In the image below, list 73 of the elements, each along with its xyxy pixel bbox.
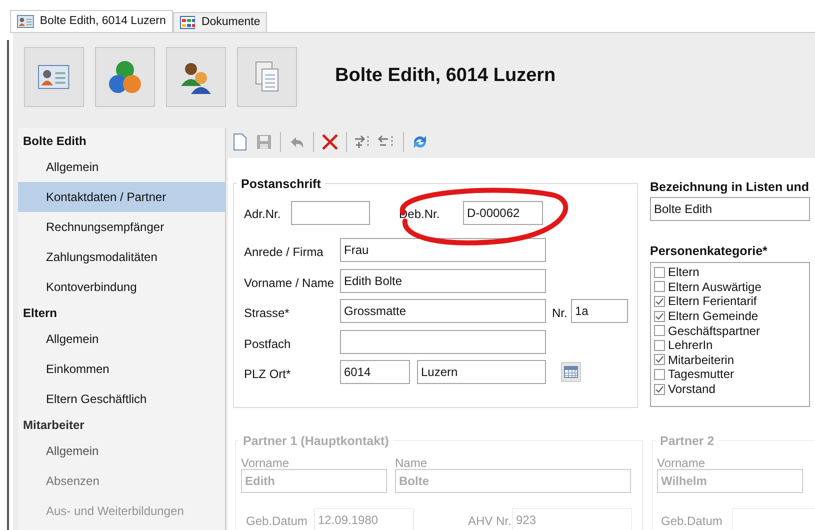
field-label: Vorname [241,455,290,471]
input-field[interactable]: 6014 [340,360,410,384]
checkbox[interactable] [654,266,665,278]
input-field[interactable]: 1a [571,299,628,323]
input-field[interactable]: Bolte Edith [650,197,810,221]
sidebar-item[interactable]: Einkommen [18,354,225,384]
input-field[interactable] [291,201,370,225]
sidebar-item[interactable]: Kontoverbindung [18,272,225,302]
field-label: Bezeichnung in Listen und [650,179,810,195]
field-label: Vorname / Name [244,275,334,291]
sidebar-item[interactable]: Rechnungsempfänger [18,212,225,242]
input-field[interactable]: Grossmatte [340,299,546,323]
field-label: Strasse* [244,305,290,321]
input-field[interactable] [340,330,546,354]
tab[interactable]: Dokumente [172,12,268,32]
delete-icon [321,133,339,151]
field-label: Nr. [552,305,568,321]
checkbox-label: Eltern Gemeinde [668,309,758,324]
sidebar-item[interactable]: Eltern Geschäftlich [18,384,225,414]
checkbox[interactable] [654,296,665,307]
field-label: Geb.Datum [246,513,308,529]
checkbox-label: LehrerIn [668,338,713,352]
checkbox[interactable] [654,384,665,395]
sidebar-item[interactable]: Absenzen [18,466,225,496]
checkbox[interactable] [654,310,665,322]
field-label: AHV Nr. [468,513,512,529]
calendar-button[interactable] [561,362,581,382]
sidebar-item[interactable]: Allgemein [18,324,225,354]
field-label: Name [395,455,428,471]
save-icon [256,134,272,150]
checkbox[interactable] [654,368,665,380]
toolbar-button[interactable] [237,46,297,106]
checkbox-label: Mitarbeiterin [668,352,734,367]
input-field[interactable]: Frau [340,238,546,262]
field-label: Anrede / Firma [244,244,324,260]
page-title: Bolte Edith, 6014 Luzern [335,64,556,88]
sidebar-item[interactable]: Zahlungsmodalitäten [18,242,225,272]
checkbox-label: Tagesmutter [668,367,734,382]
sidebar-heading: Bolte Edith [22,133,88,150]
field-label: Personenkategorie* [650,243,768,259]
field-label: Postfach [244,336,291,352]
checkbox-label: Eltern [668,265,700,280]
calendar-icon [564,366,578,378]
checkbox[interactable] [654,340,665,351]
grid-icon [180,16,196,29]
sidebar-heading: Mitarbeiter [22,417,86,434]
contact-card-icon [17,15,34,28]
checkbox[interactable] [654,354,665,366]
checkbox[interactable] [654,281,665,292]
contact-card-icon [38,64,70,88]
sidebar-heading: Eltern [22,305,58,322]
sidebar-item[interactable]: Allgemein [18,152,225,182]
field-label: Geb.Datum [661,513,722,529]
field-label: PLZ Ort* [244,366,291,382]
coins-icon [109,60,141,94]
toolbar-button[interactable] [24,46,84,106]
checkbox-label: Vorstand [668,382,716,396]
checkbox-label: Eltern Auswärtige [668,280,762,294]
checkbox[interactable] [654,325,665,336]
input-field[interactable]: Luzern [417,360,546,384]
sidebar-item[interactable]: Allgemein [18,436,225,466]
input-field[interactable]: Edith Bolte [340,269,546,293]
new-document-icon [233,133,247,151]
toolbar-button[interactable] [166,46,226,106]
checkbox-label: Eltern Ferientarif [668,294,757,308]
toolbar-button[interactable] [95,46,155,106]
field-label: Vorname [657,455,706,471]
tab[interactable]: Bolte Edith, 6014 Luzern [10,10,173,32]
documents-icon [254,60,280,92]
checkbox-label: Geschäftspartner [668,324,760,338]
sidebar-item[interactable]: Kontaktdaten / Partner [18,182,225,212]
field-label: Adr.Nr. [244,206,281,222]
input-field[interactable]: D-000062 [463,201,543,225]
